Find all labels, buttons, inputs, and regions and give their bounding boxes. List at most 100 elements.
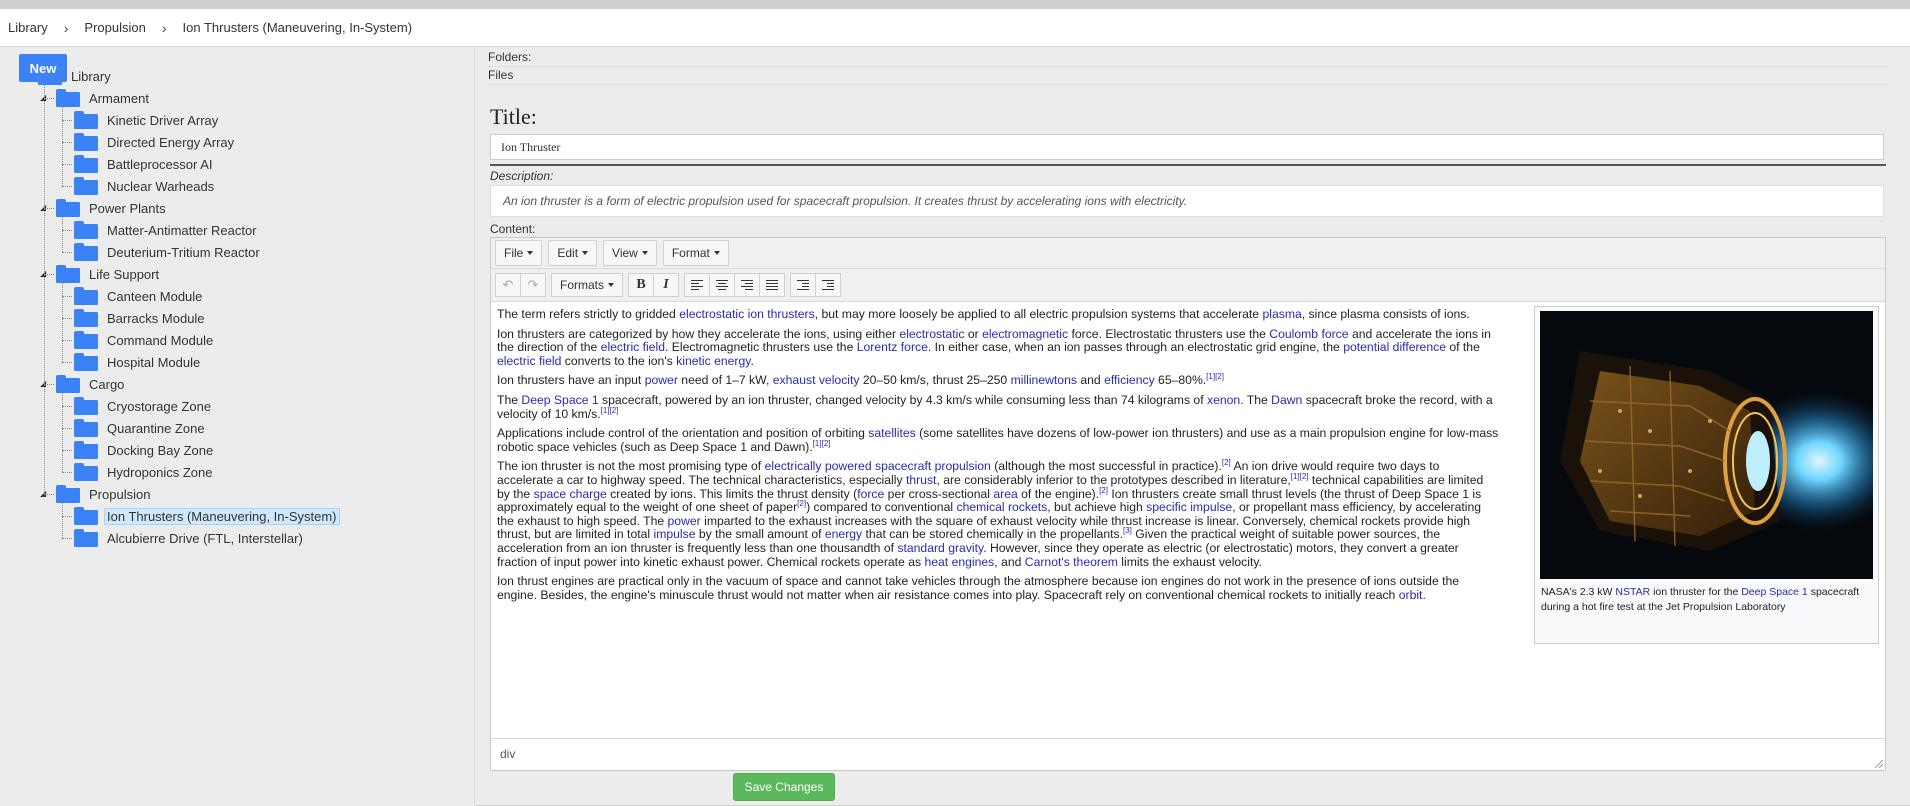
caret-down-icon	[608, 283, 615, 287]
menu-file[interactable]: File	[495, 240, 543, 266]
tree-node-ion-thrusters-maneuvering-in-system[interactable]: Ion Thrusters (Maneuvering, In-System)	[74, 505, 340, 527]
tree-node-label: Power Plants	[89, 200, 166, 216]
paragraph: Ion thrusters are categorized by how the…	[497, 326, 1491, 368]
paragraph: Applications include control of the orie…	[497, 426, 1499, 454]
new-button[interactable]: New	[19, 54, 67, 82]
divider	[488, 84, 1888, 85]
folder-icon	[74, 177, 98, 195]
tree-node-hydroponics-zone[interactable]: Hydroponics Zone	[74, 461, 216, 483]
caption-link-nstar[interactable]: NSTAR	[1615, 586, 1650, 598]
tree-node-power-plants[interactable]: Power Plants	[56, 197, 169, 219]
bold-button[interactable]: B	[628, 273, 655, 297]
tree-node-label: Kinetic Driver Array	[107, 112, 219, 128]
folder-icon-body	[74, 246, 98, 261]
justify-button[interactable]	[759, 273, 786, 297]
menu-format[interactable]: Format	[662, 240, 729, 266]
description-label: Description:	[490, 169, 554, 183]
tree-node-cryostorage-zone[interactable]: Cryostorage Zone	[74, 395, 214, 417]
menu-edit[interactable]: Edit	[548, 240, 598, 266]
chevron-right-icon: ›	[161, 19, 167, 36]
tree-node-barracks-module[interactable]: Barracks Module	[74, 307, 208, 329]
rich-text-editor: File Edit View Format ↶ ↷ Formats B I Th…	[490, 237, 1886, 771]
tree-node-canteen-module[interactable]: Canteen Module	[74, 285, 205, 307]
tree-node-cargo[interactable]: Cargo	[56, 373, 127, 395]
align-left-button[interactable]	[684, 273, 711, 297]
caret-down-icon	[641, 251, 648, 255]
folder-icon-body	[74, 312, 98, 327]
bold-icon: B	[636, 277, 646, 292]
folder-icon-body	[74, 114, 98, 129]
outdent-button[interactable]	[790, 273, 817, 297]
caret-down-icon	[527, 251, 534, 255]
tree-node-deuterium-tritium-reactor[interactable]: Deuterium-Tritium Reactor	[74, 241, 263, 263]
tree-node-quarantine-zone[interactable]: Quarantine Zone	[74, 417, 208, 439]
tree-node-label: Hydroponics Zone	[107, 464, 213, 480]
indent-button[interactable]	[815, 273, 842, 297]
element-path[interactable]: div	[500, 747, 515, 761]
title-input[interactable]	[490, 134, 1884, 160]
folder-icon	[74, 463, 98, 481]
redo-button[interactable]: ↷	[520, 273, 546, 297]
italic-button[interactable]: I	[653, 273, 680, 297]
tree-node-life-support[interactable]: Life Support	[56, 263, 162, 285]
tree-node-matter-antimatter-reactor[interactable]: Matter-Antimatter Reactor	[74, 219, 260, 241]
folder-icon	[74, 309, 98, 327]
tree-connector	[44, 494, 54, 495]
content-label: Content:	[490, 222, 536, 236]
outdent-icon	[797, 280, 810, 290]
tree-connector	[44, 384, 54, 385]
description-input[interactable]: An ion thruster is a form of electric pr…	[490, 185, 1884, 217]
resize-handle-icon[interactable]	[1875, 760, 1883, 768]
tree-node-directed-energy-array[interactable]: Directed Energy Array	[74, 131, 237, 153]
indent-icon	[822, 280, 835, 290]
tree-node-label: Ion Thrusters (Maneuvering, In-System)	[104, 507, 340, 525]
top-strip	[0, 0, 1910, 9]
tree-node-label: Alcubierre Drive (FTL, Interstellar)	[107, 530, 303, 546]
folder-icon	[74, 529, 98, 547]
tree-node-hospital-module[interactable]: Hospital Module	[74, 351, 203, 373]
caption-text: ion thruster for the	[1650, 586, 1742, 598]
save-changes-button[interactable]: Save Changes	[733, 773, 835, 801]
folder-icon-body	[56, 378, 80, 393]
tree-node-label: Command Module	[107, 332, 214, 348]
tree-connector	[62, 186, 72, 187]
tree-node-label: Barracks Module	[107, 310, 205, 326]
folder-icon-body	[74, 334, 98, 349]
tree-connector	[62, 215, 63, 252]
sidebar: Library◢Armament◢Kinetic Driver ArrayDir…	[0, 48, 475, 806]
tree-node-docking-bay-zone[interactable]: Docking Bay Zone	[74, 439, 216, 461]
folder-icon	[74, 353, 98, 371]
folder-icon-body	[74, 466, 98, 481]
tree-connector	[62, 296, 72, 297]
menu-view-label: View	[612, 246, 638, 260]
folder-icon-body	[74, 400, 98, 415]
breadcrumb-propulsion[interactable]: Propulsion	[84, 20, 145, 35]
folder-icon-body	[74, 356, 98, 371]
caption-link-deep-space-1[interactable]: Deep Space 1	[1741, 586, 1808, 598]
tree-connector	[62, 120, 72, 121]
menu-view[interactable]: View	[603, 240, 657, 266]
tree-connector	[44, 274, 54, 275]
tree-node-label: Deuterium-Tritium Reactor	[107, 244, 260, 260]
align-center-button[interactable]	[709, 273, 736, 297]
folder-icon	[74, 331, 98, 349]
breadcrumb-library[interactable]: Library	[8, 20, 48, 35]
tree-node-alcubierre-drive-ftl-interstellar[interactable]: Alcubierre Drive (FTL, Interstellar)	[74, 527, 306, 549]
tree-node-command-module[interactable]: Command Module	[74, 329, 216, 351]
formats-dropdown[interactable]: Formats	[551, 273, 624, 297]
ion-thruster-photo-graphic	[1540, 311, 1873, 579]
folder-icon	[74, 419, 98, 437]
editor-content[interactable]: The term refers strictly to gridded elec…	[497, 307, 1499, 608]
tree-connector	[62, 450, 72, 451]
align-center-icon	[716, 280, 729, 290]
menu-edit-label: Edit	[557, 246, 579, 260]
tree-node-nuclear-warheads[interactable]: Nuclear Warheads	[74, 175, 217, 197]
tree-node-battleprocessor-ai[interactable]: Battleprocessor AI	[74, 153, 216, 175]
align-right-button[interactable]	[734, 273, 761, 297]
tree-node-armament[interactable]: Armament	[56, 87, 152, 109]
tree-node-label: Hospital Module	[107, 354, 201, 370]
undo-button[interactable]: ↶	[495, 273, 521, 297]
tree-node-propulsion[interactable]: Propulsion	[56, 483, 153, 505]
tree-connector	[62, 230, 72, 231]
tree-node-kinetic-driver-array[interactable]: Kinetic Driver Array	[74, 109, 221, 131]
